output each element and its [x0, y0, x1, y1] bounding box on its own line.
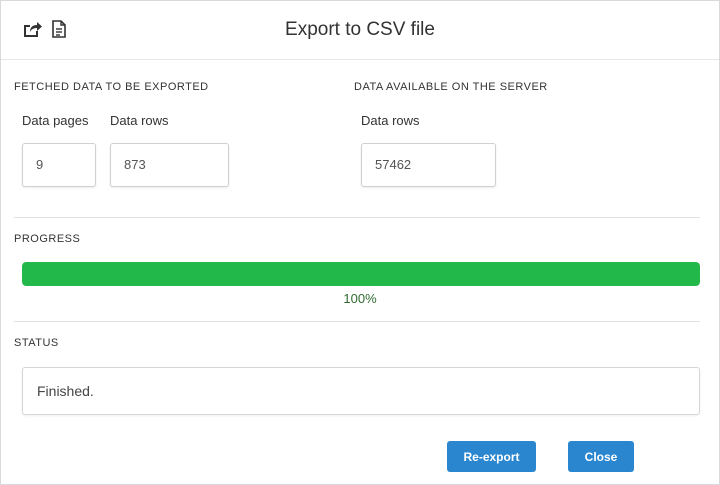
server-data-heading: DATA AVAILABLE ON THE SERVER: [354, 81, 548, 93]
status-heading: STATUS: [14, 337, 59, 349]
progress-percentage: 100%: [343, 291, 377, 306]
dialog-header: Export to CSV file: [1, 1, 719, 60]
data-pages-field: 9: [22, 143, 96, 187]
close-button[interactable]: Close: [568, 441, 634, 472]
server-data-rows-label: Data rows: [361, 113, 420, 128]
re-export-button[interactable]: Re-export: [447, 441, 536, 472]
server-data-rows-field: 57462: [361, 143, 496, 187]
divider: [14, 321, 700, 322]
fetched-data-heading: FETCHED DATA TO BE EXPORTED: [14, 81, 209, 93]
export-csv-dialog: Export to CSV file FETCHED DATA TO BE EX…: [0, 0, 720, 485]
status-message: Finished.: [22, 367, 700, 415]
data-pages-label: Data pages: [22, 113, 89, 128]
progress-bar-fill: [22, 262, 700, 286]
progress-heading: PROGRESS: [14, 233, 81, 245]
fetched-data-rows-field: 873: [110, 143, 229, 187]
divider: [14, 217, 700, 218]
dialog-title: Export to CSV file: [285, 19, 435, 40]
progress-bar: [22, 262, 700, 286]
fetched-data-rows-label: Data rows: [110, 113, 169, 128]
